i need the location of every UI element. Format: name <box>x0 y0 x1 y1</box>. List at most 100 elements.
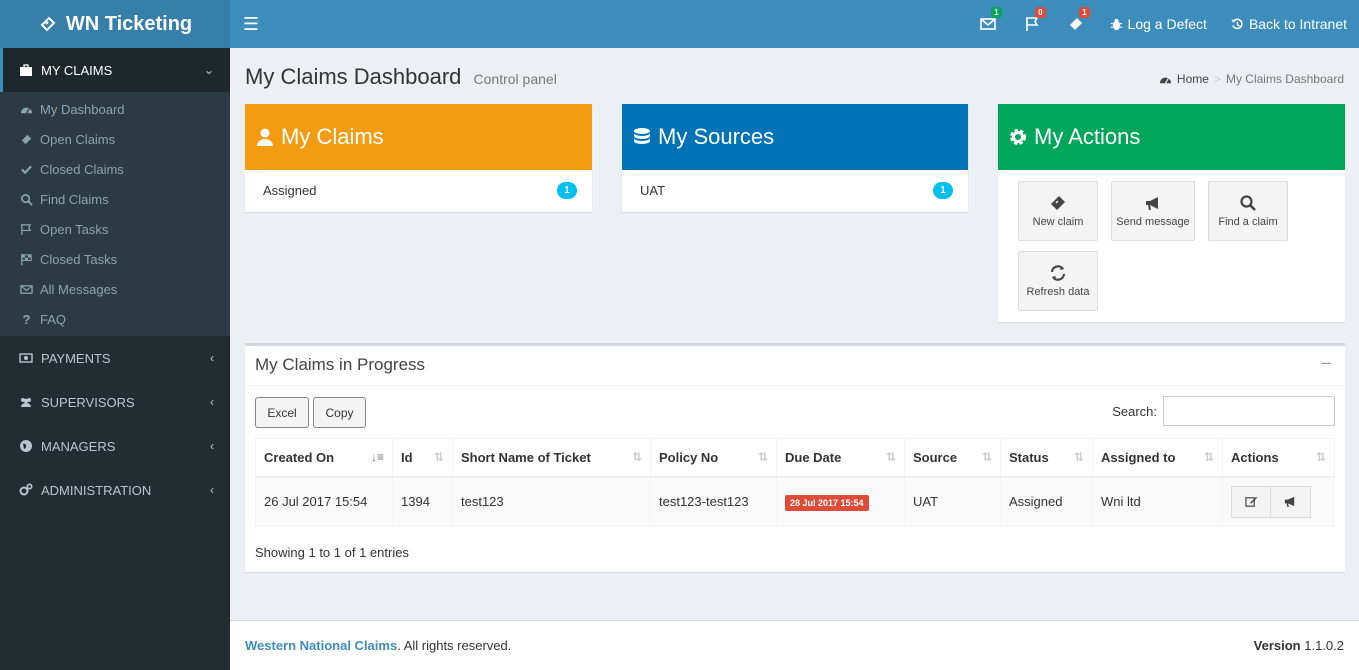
find-claim-button[interactable]: Find a claim <box>1208 181 1288 241</box>
breadcrumb-separator: > <box>1213 72 1221 86</box>
dashboard-icon <box>20 107 33 114</box>
sidebar-item-closed-claims[interactable]: Closed Claims <box>0 154 230 184</box>
column-header-policy-no[interactable]: Policy No ⇅ <box>650 438 777 478</box>
sidebar-item-label: PAYMENTS <box>41 350 111 366</box>
breadcrumb-home-link[interactable]: Home <box>1177 72 1209 86</box>
claims-in-progress-box: My Claims in Progress – Excel Copy Searc… <box>245 343 1345 572</box>
column-header-assigned-to[interactable]: Assigned to ⇅ <box>1092 438 1223 478</box>
search-input[interactable] <box>1163 396 1335 426</box>
cell-assigned-to: Wni ltd <box>1092 476 1223 527</box>
users-icon <box>21 398 31 407</box>
cell-actions <box>1222 476 1335 527</box>
uat-source-row[interactable]: UAT 1 <box>622 170 968 211</box>
chevron-left-icon: ‹ <box>210 439 214 453</box>
sidebar-item-managers[interactable]: MANAGERS ‹ <box>0 424 230 468</box>
my-sources-card: My Sources UAT 1 <box>622 104 968 212</box>
my-actions-card-header: My Actions <box>998 104 1345 170</box>
sort-icon: ⇅ <box>433 450 444 464</box>
edit-icon <box>1244 497 1257 507</box>
due-date-label: 28 Jul 2017 15:54 <box>785 495 869 512</box>
cell-id: 1394 <box>392 476 453 527</box>
sort-icon: ⇅ <box>1203 450 1214 464</box>
user-icon <box>257 128 273 146</box>
sidebar-item-find-claims[interactable]: Find Claims <box>0 184 230 214</box>
new-claim-button[interactable]: New claim <box>1018 181 1098 241</box>
envelope-icon <box>979 18 996 30</box>
column-header-created-on[interactable]: Created On ↓≡ <box>255 438 393 478</box>
table-row[interactable]: 26 Jul 2017 15:54 1394 test123 test123-t… <box>255 476 1335 527</box>
breadcrumb: Home > My Claims Dashboard <box>1159 72 1344 86</box>
refresh-data-button[interactable]: Refresh data <box>1018 251 1098 311</box>
column-header-actions[interactable]: Actions ⇅ <box>1222 438 1335 478</box>
send-message-button[interactable]: Send message <box>1111 181 1195 241</box>
sidebar-item-label: Open Tasks <box>40 221 109 237</box>
sidebar-item-all-messages[interactable]: All Messages <box>0 274 230 304</box>
refresh-icon <box>1050 265 1066 281</box>
table-header-row: Created On ↓≡ Id ⇅ Short Name of Ticket ⇅ P… <box>255 438 1335 478</box>
sidebar-item-label: Closed Tasks <box>40 251 118 267</box>
version-number: 1.1.0.2 <box>1304 638 1344 653</box>
sidebar-item-closed-tasks[interactable]: Closed Tasks <box>0 244 230 274</box>
ticket-icon <box>40 16 56 32</box>
column-header-source[interactable]: Source ⇅ <box>904 438 1001 478</box>
hamburger-icon: ☰ <box>242 13 260 34</box>
sidebar-item-label: Open Claims <box>40 131 116 147</box>
collapse-minus-icon[interactable]: – <box>1321 352 1331 373</box>
log-defect-link[interactable]: Log a Defect <box>1098 0 1219 48</box>
footer-brand-link[interactable]: Western National Claims <box>245 638 397 653</box>
sidebar-item-open-tasks[interactable]: Open Tasks <box>0 214 230 244</box>
top-navbar: ☰ 1 0 1 Log a Defect Back to Intranet <box>230 0 1359 48</box>
page-title: My Claims Dashboard Control panel <box>245 64 557 90</box>
sidebar-item-label: SUPERVISORS <box>41 394 135 410</box>
ticket-icon <box>1069 18 1082 30</box>
copy-button[interactable]: Copy <box>313 397 366 428</box>
messages-badge: 1 <box>991 7 1002 18</box>
assigned-count-badge: 1 <box>557 182 577 199</box>
page-subtitle: Control panel <box>473 71 557 87</box>
tickets-button[interactable]: 1 <box>1054 0 1098 48</box>
flag-icon <box>1025 17 1038 31</box>
sidebar-item-administration[interactable]: ADMINISTRATION ‹ <box>0 468 230 512</box>
column-header-id[interactable]: Id ⇅ <box>392 438 453 478</box>
main-content: My Claims Dashboard Control panel Home >… <box>230 48 1359 620</box>
column-header-status[interactable]: Status ⇅ <box>1000 438 1093 478</box>
my-sources-card-header: My Sources <box>622 104 968 170</box>
back-intranet-link[interactable]: Back to Intranet <box>1219 0 1359 48</box>
edit-claim-button[interactable] <box>1231 485 1271 518</box>
messages-button[interactable]: 1 <box>966 0 1010 48</box>
my-actions-card: My Actions New claim Send message Find a… <box>998 104 1345 322</box>
sidebar-item-supervisors[interactable]: SUPERVISORS ‹ <box>0 380 230 424</box>
sidebar-item-open-claims[interactable]: Open Claims <box>0 124 230 154</box>
my-claims-submenu: My Dashboard Open Claims Closed Claims F… <box>0 92 230 336</box>
sidebar-item-faq[interactable]: ? FAQ <box>0 304 230 334</box>
claims-table: Created On ↓≡ Id ⇅ Short Name of Ticket ⇅ P… <box>255 438 1335 527</box>
my-claims-card-title: My Claims <box>281 124 384 149</box>
sidebar-item-my-claims[interactable]: MY CLAIMS ⌄ <box>0 48 230 92</box>
excel-button[interactable]: Excel <box>255 397 309 428</box>
app-logo[interactable]: WN Ticketing <box>0 0 230 48</box>
my-sources-card-title: My Sources <box>658 124 775 149</box>
flags-button[interactable]: 0 <box>1010 0 1054 48</box>
sidebar-item-my-dashboard[interactable]: My Dashboard <box>0 94 230 124</box>
footer-version: Version 1.1.0.2 <box>1254 638 1344 653</box>
column-header-due-date[interactable]: Due Date ⇅ <box>776 438 905 478</box>
flag-outline-icon <box>21 223 32 235</box>
actions-grid: New claim Send message Find a claim Refr… <box>998 170 1345 311</box>
sidebar-toggle-button[interactable]: ☰ <box>230 0 272 48</box>
cell-source: UAT <box>904 476 1001 527</box>
search-icon <box>21 193 33 206</box>
sidebar: MY CLAIMS ⌄ My Dashboard Open Claims Clo… <box>0 48 230 670</box>
sidebar-item-payments[interactable]: PAYMENTS ‹ <box>0 336 230 380</box>
send-message-row-button[interactable] <box>1271 485 1311 518</box>
cell-created-on: 26 Jul 2017 15:54 <box>255 476 393 527</box>
assigned-row[interactable]: Assigned 1 <box>245 170 592 211</box>
question-icon: ? <box>22 311 31 327</box>
sidebar-item-label: FAQ <box>40 311 67 327</box>
cell-due-date: 28 Jul 2017 15:54 <box>776 476 905 527</box>
find-claim-label: Find a claim <box>1218 216 1278 228</box>
column-header-short-name[interactable]: Short Name of Ticket ⇅ <box>452 438 651 478</box>
globe-icon <box>20 440 32 452</box>
chevron-down-icon: ⌄ <box>203 63 214 77</box>
envelope-icon <box>20 284 33 294</box>
sidebar-item-label: All Messages <box>40 281 118 297</box>
